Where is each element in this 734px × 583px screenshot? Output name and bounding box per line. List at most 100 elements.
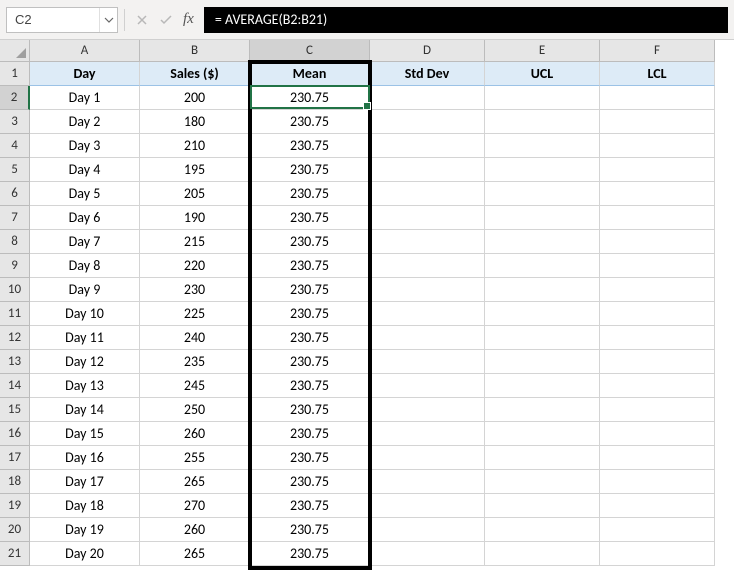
cell-F11[interactable] <box>600 302 715 326</box>
cell-D5[interactable] <box>370 158 485 182</box>
header-cell-C[interactable]: Mean <box>250 62 370 86</box>
cell-D15[interactable] <box>370 398 485 422</box>
cell-F19[interactable] <box>600 494 715 518</box>
cell-A7[interactable]: Day 6 <box>30 206 140 230</box>
cell-B8[interactable]: 215 <box>140 230 250 254</box>
cell-A16[interactable]: Day 15 <box>30 422 140 446</box>
column-header-D[interactable]: D <box>370 40 485 62</box>
cell-D4[interactable] <box>370 134 485 158</box>
cell-A12[interactable]: Day 11 <box>30 326 140 350</box>
cell-C14[interactable]: 230.75 <box>250 374 370 398</box>
header-cell-E[interactable]: UCL <box>485 62 600 86</box>
row-header-11[interactable]: 11 <box>0 302 30 326</box>
cell-E17[interactable] <box>485 446 600 470</box>
cell-E13[interactable] <box>485 350 600 374</box>
name-box[interactable] <box>7 8 99 32</box>
row-header-4[interactable]: 4 <box>0 134 30 158</box>
cell-F6[interactable] <box>600 182 715 206</box>
row-header-10[interactable]: 10 <box>0 278 30 302</box>
cell-B10[interactable]: 230 <box>140 278 250 302</box>
cell-E20[interactable] <box>485 518 600 542</box>
cell-B17[interactable]: 255 <box>140 446 250 470</box>
column-header-B[interactable]: B <box>140 40 250 62</box>
row-header-6[interactable]: 6 <box>0 182 30 206</box>
cell-F4[interactable] <box>600 134 715 158</box>
cell-A11[interactable]: Day 10 <box>30 302 140 326</box>
cell-F16[interactable] <box>600 422 715 446</box>
cell-C4[interactable]: 230.75 <box>250 134 370 158</box>
cell-F14[interactable] <box>600 374 715 398</box>
cell-C10[interactable]: 230.75 <box>250 278 370 302</box>
row-header-21[interactable]: 21 <box>0 542 30 566</box>
cell-C7[interactable]: 230.75 <box>250 206 370 230</box>
cell-D8[interactable] <box>370 230 485 254</box>
cell-C21[interactable]: 230.75 <box>250 542 370 566</box>
name-box-dropdown[interactable] <box>99 8 117 32</box>
fx-button[interactable]: fx <box>179 11 198 28</box>
header-cell-B[interactable]: Sales ($) <box>140 62 250 86</box>
row-header-19[interactable]: 19 <box>0 494 30 518</box>
cell-C18[interactable]: 230.75 <box>250 470 370 494</box>
cell-A17[interactable]: Day 16 <box>30 446 140 470</box>
row-header-17[interactable]: 17 <box>0 446 30 470</box>
cell-D20[interactable] <box>370 518 485 542</box>
cell-F7[interactable] <box>600 206 715 230</box>
cell-F2[interactable] <box>600 86 715 110</box>
cell-A18[interactable]: Day 17 <box>30 470 140 494</box>
cell-C17[interactable]: 230.75 <box>250 446 370 470</box>
cell-D7[interactable] <box>370 206 485 230</box>
formula-bar[interactable] <box>204 7 728 33</box>
cell-B21[interactable]: 265 <box>140 542 250 566</box>
column-header-F[interactable]: F <box>600 40 715 62</box>
cell-F12[interactable] <box>600 326 715 350</box>
cell-C2[interactable]: 230.75 <box>250 86 370 110</box>
cell-B13[interactable]: 235 <box>140 350 250 374</box>
cell-A20[interactable]: Day 19 <box>30 518 140 542</box>
row-header-7[interactable]: 7 <box>0 206 30 230</box>
row-header-5[interactable]: 5 <box>0 158 30 182</box>
cell-A10[interactable]: Day 9 <box>30 278 140 302</box>
cell-F20[interactable] <box>600 518 715 542</box>
cell-C20[interactable]: 230.75 <box>250 518 370 542</box>
cell-D16[interactable] <box>370 422 485 446</box>
cell-B3[interactable]: 180 <box>140 110 250 134</box>
cell-E10[interactable] <box>485 278 600 302</box>
cell-A4[interactable]: Day 3 <box>30 134 140 158</box>
row-header-13[interactable]: 13 <box>0 350 30 374</box>
cell-E11[interactable] <box>485 302 600 326</box>
cell-A8[interactable]: Day 7 <box>30 230 140 254</box>
cell-B12[interactable]: 240 <box>140 326 250 350</box>
cell-E5[interactable] <box>485 158 600 182</box>
row-header-15[interactable]: 15 <box>0 398 30 422</box>
cell-A13[interactable]: Day 12 <box>30 350 140 374</box>
cell-E16[interactable] <box>485 422 600 446</box>
cell-E9[interactable] <box>485 254 600 278</box>
row-header-18[interactable]: 18 <box>0 470 30 494</box>
cell-F13[interactable] <box>600 350 715 374</box>
cell-A19[interactable]: Day 18 <box>30 494 140 518</box>
cell-D14[interactable] <box>370 374 485 398</box>
cell-B6[interactable]: 205 <box>140 182 250 206</box>
cell-B15[interactable]: 250 <box>140 398 250 422</box>
cell-B16[interactable]: 260 <box>140 422 250 446</box>
cell-E12[interactable] <box>485 326 600 350</box>
cell-A21[interactable]: Day 20 <box>30 542 140 566</box>
header-cell-A[interactable]: Day <box>30 62 140 86</box>
cell-B19[interactable]: 270 <box>140 494 250 518</box>
confirm-formula-button[interactable] <box>155 9 177 31</box>
cell-E7[interactable] <box>485 206 600 230</box>
cell-A5[interactable]: Day 4 <box>30 158 140 182</box>
cell-A6[interactable]: Day 5 <box>30 182 140 206</box>
row-header-8[interactable]: 8 <box>0 230 30 254</box>
cell-E15[interactable] <box>485 398 600 422</box>
cell-B20[interactable]: 260 <box>140 518 250 542</box>
cell-E3[interactable] <box>485 110 600 134</box>
cell-B9[interactable]: 220 <box>140 254 250 278</box>
cell-A3[interactable]: Day 2 <box>30 110 140 134</box>
cell-F3[interactable] <box>600 110 715 134</box>
cell-F18[interactable] <box>600 470 715 494</box>
cell-B7[interactable]: 190 <box>140 206 250 230</box>
cell-E14[interactable] <box>485 374 600 398</box>
cell-C6[interactable]: 230.75 <box>250 182 370 206</box>
cell-C12[interactable]: 230.75 <box>250 326 370 350</box>
